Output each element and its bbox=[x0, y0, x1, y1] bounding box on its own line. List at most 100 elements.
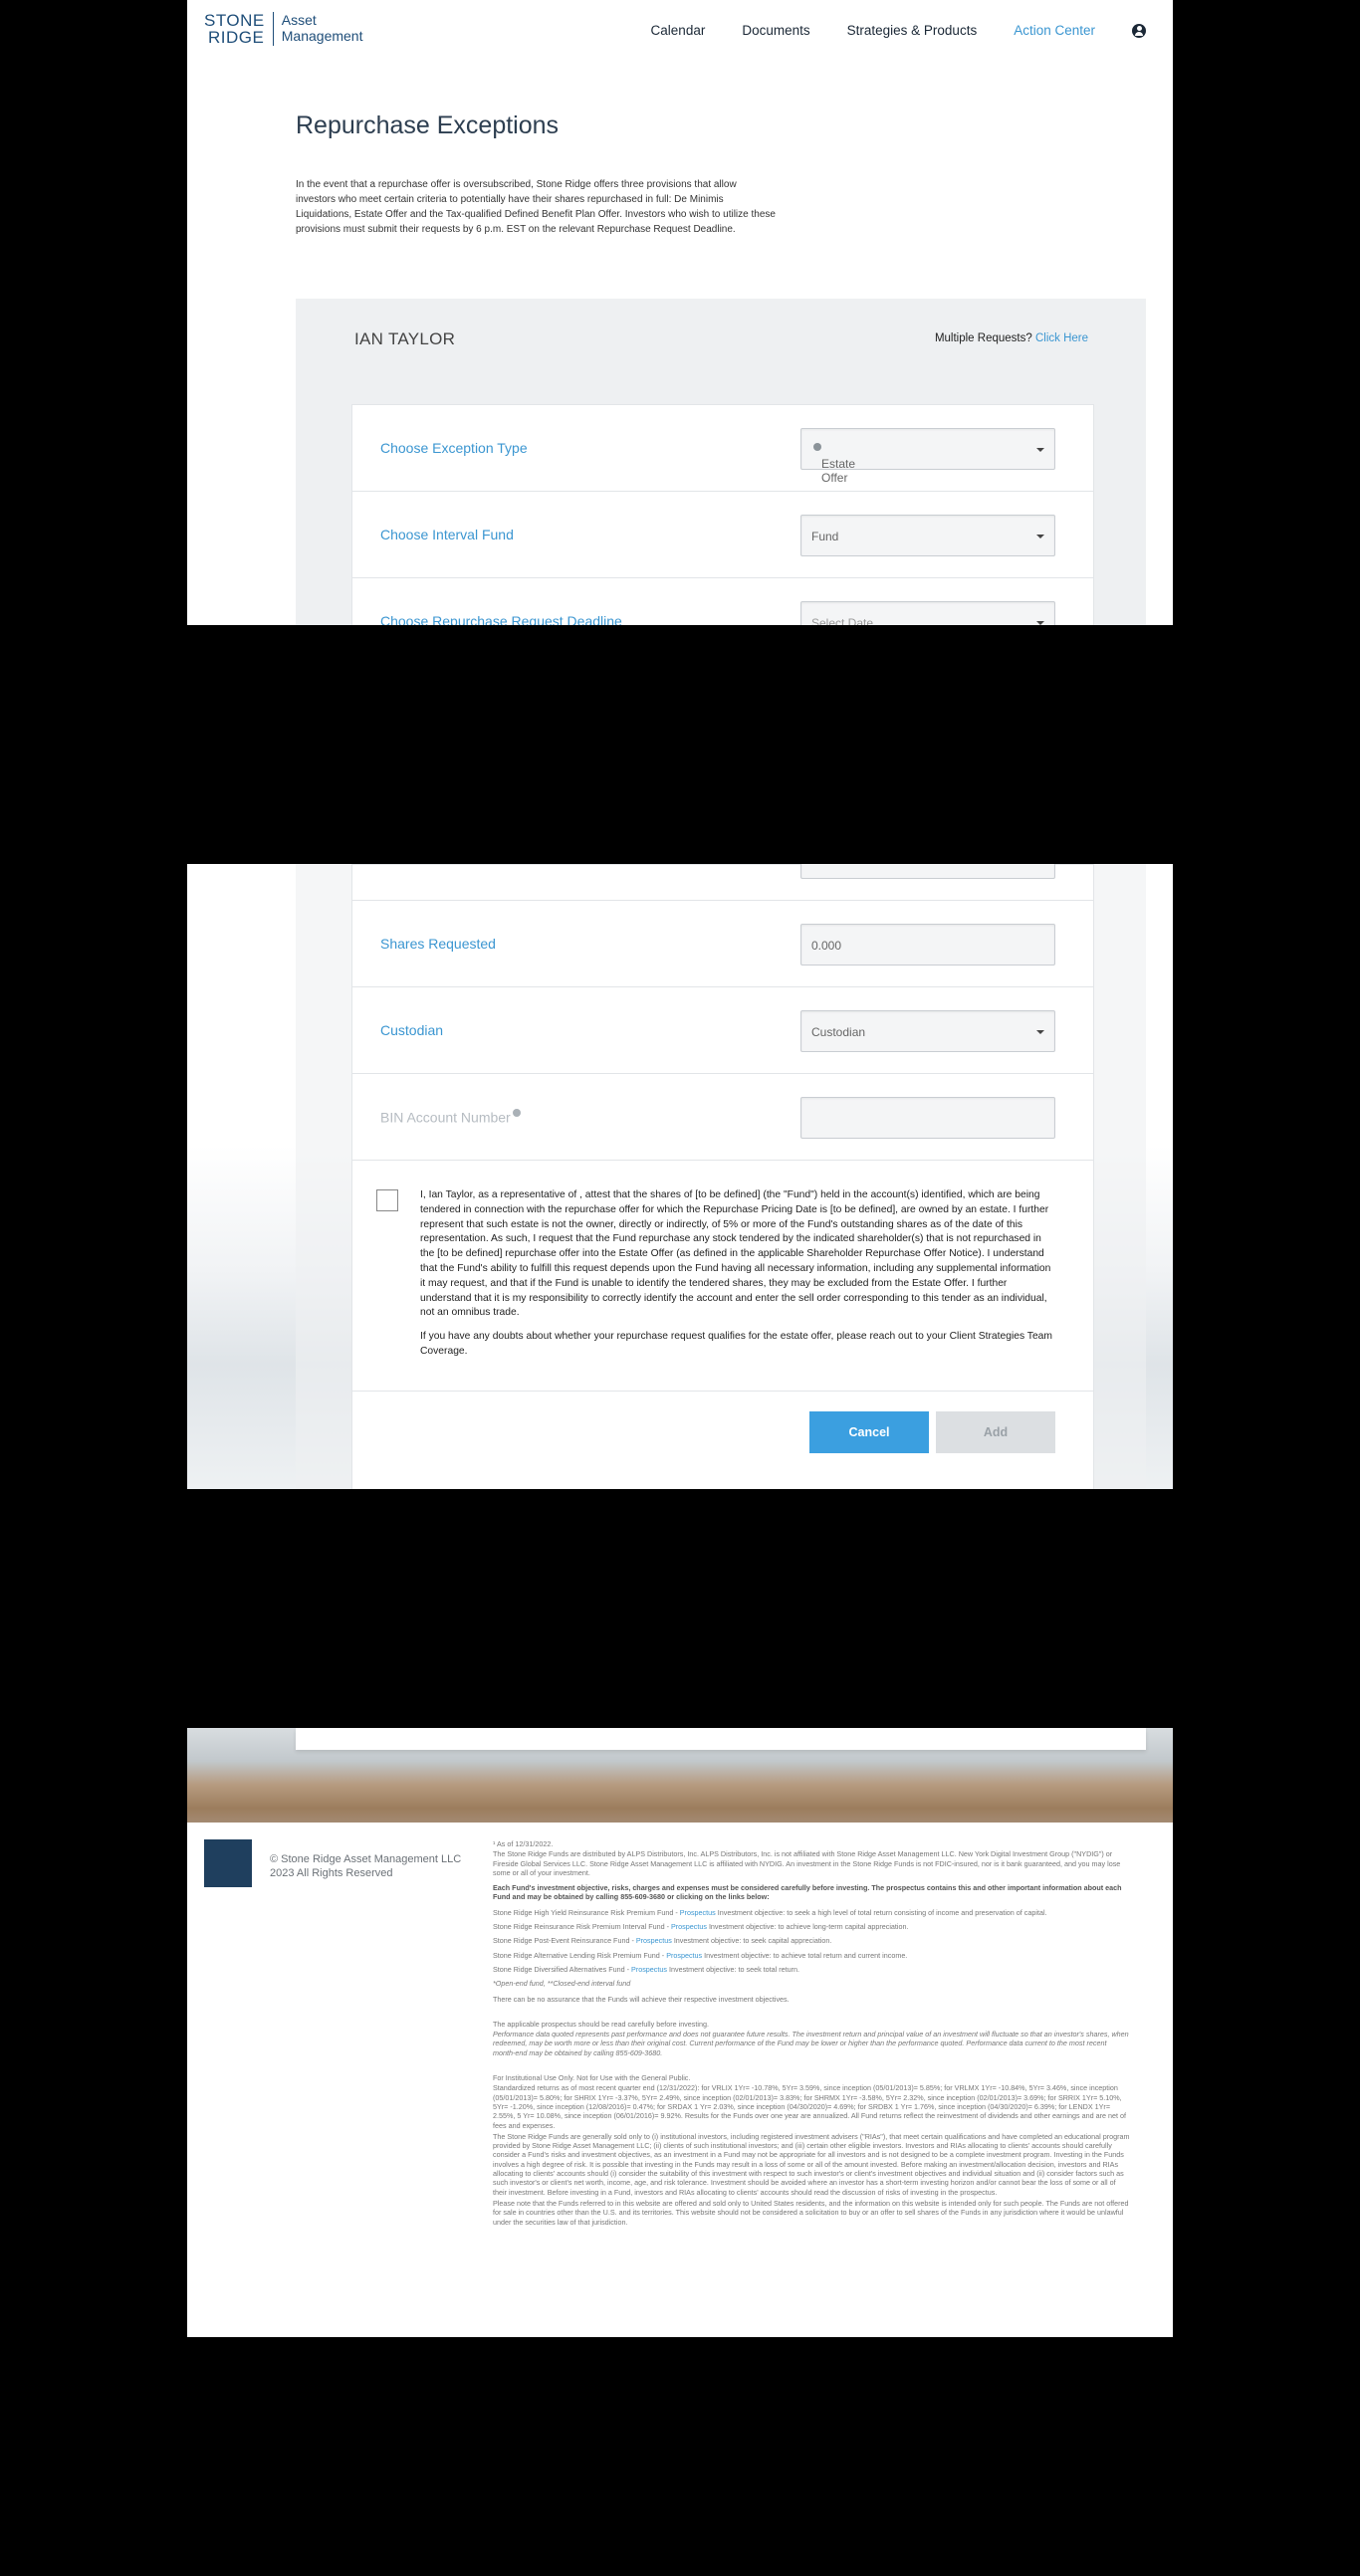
fund-type-note: *Open-end fund, **Closed-end interval fu… bbox=[493, 1979, 631, 1989]
exception-type-row: Choose Exception Type Estate Offer bbox=[352, 405, 1093, 492]
fund-row: Stone Ridge Diversified Alternatives Fun… bbox=[493, 1964, 800, 1974]
bin-label: BIN Account Number bbox=[380, 1109, 521, 1126]
nav-item-documents[interactable]: Documents bbox=[742, 23, 809, 38]
prospectus-link[interactable]: Prospectus bbox=[631, 1965, 667, 1974]
performance-note: Performance data quoted represents past … bbox=[493, 2030, 1129, 2057]
fund-row: Stone Ridge Post-Event Reinsurance Fund … bbox=[493, 1936, 832, 1946]
footer-copyright: © Stone Ridge Asset Management LLC 2023 … bbox=[270, 1852, 461, 1880]
multiple-requests-text: Multiple Requests? bbox=[934, 332, 1032, 344]
exception-form-bottom: Shares Requested 0.000 Custodian Custodi… bbox=[351, 864, 1094, 1489]
exception-type-label: Choose Exception Type bbox=[380, 440, 528, 456]
logo-text-ridge: RIDGE bbox=[208, 28, 265, 47]
institutional-use-note: For Institutional Use Only. Not for Use … bbox=[493, 2073, 691, 2083]
bin-input[interactable] bbox=[800, 1097, 1055, 1139]
copyright-line2: 2023 All Rights Reserved bbox=[270, 1867, 393, 1879]
fund-objective: Investment objective: to seek a high lev… bbox=[717, 1907, 1047, 1917]
cancel-button[interactable]: Cancel bbox=[809, 1411, 929, 1453]
multiple-requests: Multiple Requests? Click Here bbox=[935, 332, 1088, 344]
bin-row: BIN Account Number bbox=[352, 1074, 1093, 1161]
logo-text-stone: STONE bbox=[204, 11, 265, 30]
shares-label: Shares Requested bbox=[380, 936, 496, 952]
copyright-line1: © Stone Ridge Asset Management LLC bbox=[270, 1853, 462, 1865]
attestation-checkbox[interactable] bbox=[376, 1189, 398, 1211]
disclosure-distribution: The Stone Ridge Funds are distributed by… bbox=[493, 1849, 1121, 1877]
fund-objective: Investment objective: to seek total retu… bbox=[669, 1964, 800, 1974]
info-icon[interactable] bbox=[813, 443, 821, 451]
footer-logo[interactable]: STONE RIDGE bbox=[204, 1839, 260, 1900]
asof-note: ¹ As of 12/31/2022. bbox=[493, 1839, 554, 1848]
info-icon[interactable] bbox=[512, 1109, 521, 1117]
fund-objective: Investment objective: to achieve long-te… bbox=[708, 1922, 909, 1932]
prospectus-link[interactable]: Prospectus bbox=[666, 1951, 702, 1960]
standardized-returns: Standardized returns as of most recent q… bbox=[493, 2083, 1126, 2130]
stone-ridge-logo[interactable]: STONE RIDGE Asset Management bbox=[204, 12, 362, 46]
residency-disclosure: Please note that the Funds referred to i… bbox=[493, 2198, 1129, 2227]
user-account-icon[interactable] bbox=[1132, 23, 1146, 38]
interval-fund-select[interactable]: Fund bbox=[800, 515, 1055, 556]
legal-disclosures: ¹ As of 12/31/2022. The Stone Ridge Fund… bbox=[493, 1839, 1130, 2233]
interval-fund-label: Choose Interval Fund bbox=[380, 527, 514, 542]
fund-name: Stone Ridge Diversified Alternatives Fun… bbox=[493, 1964, 625, 1974]
prospectus-link[interactable]: Prospectus bbox=[680, 1908, 716, 1917]
fund-list: Stone Ridge High Yield Reinsurance Risk … bbox=[493, 1908, 1130, 1974]
exception-type-select[interactable]: Estate Offer bbox=[800, 428, 1055, 485]
fund-row: Stone Ridge Reinsurance Risk Premium Int… bbox=[493, 1922, 909, 1932]
interval-fund-row: Choose Interval Fund Fund bbox=[352, 492, 1093, 578]
shares-value: 0.000 bbox=[811, 939, 842, 953]
add-button[interactable]: Add bbox=[936, 1411, 1055, 1453]
footer: STONE RIDGE © Stone Ridge Asset Managemen… bbox=[187, 1823, 1173, 2337]
fund-name: Stone Ridge Alternative Lending Risk Pre… bbox=[493, 1950, 660, 1960]
prospectus-link[interactable]: Prospectus bbox=[636, 1936, 672, 1945]
attestation-paragraph: I, Ian Taylor, as a representative of , … bbox=[420, 1189, 1051, 1319]
nav-item-action-center[interactable]: Action Center bbox=[1014, 23, 1095, 38]
custodian-value: Custodian bbox=[811, 1025, 866, 1039]
logo-text-asset: Asset bbox=[281, 12, 317, 28]
panel-bottom-edge bbox=[296, 1728, 1146, 1750]
prospectus-link[interactable]: Prospectus bbox=[671, 1922, 707, 1931]
custodian-row: Custodian Custodian bbox=[352, 987, 1093, 1074]
attestation-section: I, Ian Taylor, as a representative of , … bbox=[352, 1161, 1093, 1392]
chevron-down-icon bbox=[1036, 621, 1044, 625]
exception-form-top: Choose Exception Type Estate Offer Choos… bbox=[351, 404, 1094, 625]
logo-text-management: Management bbox=[281, 28, 363, 44]
deadline-field-end[interactable] bbox=[800, 864, 1055, 879]
fund-objective: Investment objective: to seek capital ap… bbox=[673, 1936, 832, 1946]
doubts-paragraph: If you have any doubts about whether you… bbox=[420, 1331, 1052, 1357]
fund-row: Stone Ridge High Yield Reinsurance Risk … bbox=[493, 1907, 1047, 1917]
fund-name: Stone Ridge High Yield Reinsurance Risk … bbox=[493, 1907, 674, 1917]
shares-input[interactable]: 0.000 bbox=[800, 924, 1055, 966]
read-prospectus-note: The applicable prospectus should be read… bbox=[493, 2019, 709, 2029]
footer-logo-ridge: RIDGE bbox=[234, 1892, 258, 1901]
nav-item-calendar[interactable]: Calendar bbox=[651, 23, 706, 38]
attestation-text: I, Ian Taylor, as a representative of , … bbox=[420, 1188, 1053, 1360]
page-middle-section: Shares Requested 0.000 Custodian Custodi… bbox=[187, 864, 1173, 1489]
intro-paragraph: In the event that a repurchase offer is … bbox=[296, 179, 776, 235]
custodian-select[interactable]: Custodian bbox=[800, 1010, 1055, 1052]
chevron-down-icon bbox=[1036, 1030, 1044, 1034]
exception-type-value: Estate Offer bbox=[821, 457, 856, 485]
deadline-placeholder: Select Date bbox=[811, 616, 874, 625]
multiple-requests-link[interactable]: Click Here bbox=[1035, 332, 1088, 344]
chevron-down-icon bbox=[1036, 535, 1044, 538]
fund-objective: Investment objective: to achieve total r… bbox=[704, 1950, 908, 1960]
fund-row: Stone Ridge Alternative Lending Risk Pre… bbox=[493, 1950, 908, 1960]
interval-fund-value: Fund bbox=[811, 530, 839, 543]
nav-item-strategies-products[interactable]: Strategies & Products bbox=[847, 23, 978, 38]
custodian-label: Custodian bbox=[380, 1022, 444, 1038]
deadline-select[interactable]: Select Date bbox=[800, 601, 1055, 625]
fund-name: Stone Ridge Reinsurance Risk Premium Int… bbox=[493, 1922, 665, 1932]
shares-row: Shares Requested 0.000 bbox=[352, 901, 1093, 987]
top-navbar: STONE RIDGE Asset Management Calendar Do… bbox=[187, 0, 1173, 62]
disclosure-objectives: Each Fund's investment objective, risks,… bbox=[493, 1883, 1122, 1902]
deadline-row-end bbox=[352, 864, 1093, 901]
eligibility-disclosure: The Stone Ridge Funds are generally sold… bbox=[493, 2131, 1130, 2197]
page-title: Repurchase Exceptions bbox=[296, 111, 560, 139]
form-actions: Cancel Add bbox=[352, 1392, 1093, 1481]
nav-menu: Calendar Documents Strategies & Products… bbox=[651, 23, 1173, 38]
customer-name: IAN TAYLOR bbox=[354, 329, 456, 348]
no-assurance-note: There can be no assurance that the Funds… bbox=[493, 1994, 790, 2004]
deadline-label: Choose Repurchase Request Deadline bbox=[380, 613, 622, 625]
page-top-section: STONE RIDGE Asset Management Calendar Do… bbox=[187, 0, 1173, 625]
page-footer-section: STONE RIDGE © Stone Ridge Asset Managemen… bbox=[187, 1728, 1173, 2337]
logo-divider bbox=[272, 12, 274, 46]
